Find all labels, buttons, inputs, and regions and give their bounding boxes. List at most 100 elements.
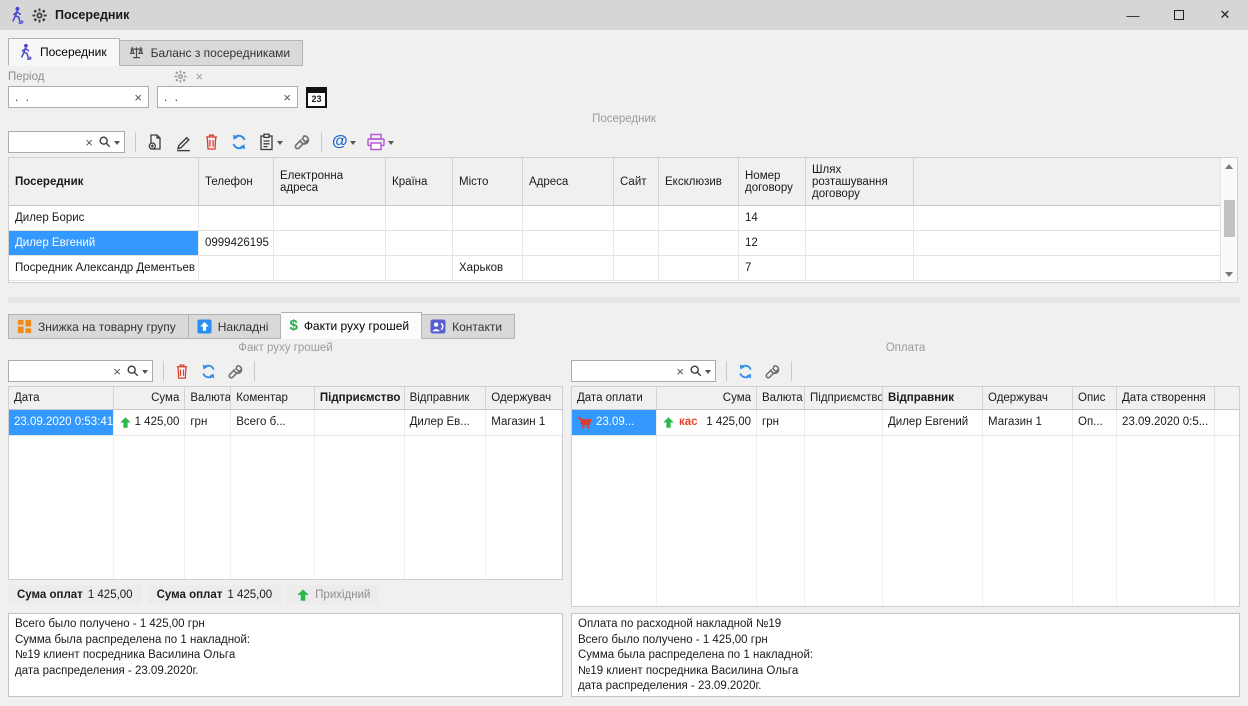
tab-invoices[interactable]: Накладні <box>189 314 282 339</box>
search-input[interactable] <box>15 364 108 378</box>
search-clear-icon[interactable]: × <box>676 364 684 379</box>
scroll-down-icon[interactable] <box>1221 266 1238 282</box>
search-input[interactable] <box>15 135 80 149</box>
date-from-field[interactable]: . . × <box>8 86 149 108</box>
period-inputs: . . × . . × 23 <box>0 84 1248 112</box>
tab-poserednyk[interactable]: Посередник <box>8 38 120 66</box>
search-clear-icon[interactable]: × <box>113 364 121 379</box>
date-from-clear-icon[interactable]: × <box>134 90 142 105</box>
maximize-button[interactable] <box>1156 0 1202 30</box>
period-close-icon[interactable]: × <box>195 69 203 84</box>
table-row[interactable]: Дилер Борис 14 <box>9 206 1237 231</box>
column-header[interactable]: Ексклюзив <box>659 158 739 205</box>
tab-discount-group[interactable]: Знижка на товарну групу <box>8 314 189 339</box>
money-search-box[interactable]: × <box>8 360 153 382</box>
scroll-up-icon[interactable] <box>1221 158 1238 174</box>
main-search-box[interactable]: × <box>8 131 125 153</box>
column-header[interactable]: Одержувач <box>486 387 562 409</box>
search-clear-icon[interactable]: × <box>85 135 93 150</box>
refresh-button[interactable] <box>200 363 217 380</box>
column-header[interactable]: Шлях розташування договору <box>806 158 914 205</box>
top-tab-strip: Посередник Баланс з посередниками <box>0 36 1248 66</box>
date-to-clear-icon[interactable]: × <box>283 90 291 105</box>
column-header[interactable]: Сума <box>114 387 186 409</box>
report-button[interactable] <box>258 133 283 151</box>
money-toolbar: × <box>8 356 563 386</box>
money-panel-caption: Факт руху грошей <box>8 341 563 356</box>
table-row-selected[interactable]: Дилер Евгений 0999426195 12 <box>9 231 1237 256</box>
payments-search-box[interactable]: × <box>571 360 716 382</box>
income-arrow-icon <box>119 416 132 429</box>
tab-label: Баланс з посередниками <box>151 46 290 60</box>
email-button[interactable]: @ <box>332 134 356 150</box>
column-header[interactable]: Дата <box>9 387 114 409</box>
money-summary-bar: Сума оплат 1 425,00 Сума оплат 1 425,00 … <box>8 585 563 605</box>
column-header[interactable]: Місто <box>453 158 523 205</box>
column-header[interactable]: Електронна адреса <box>274 158 386 205</box>
table-row-selected[interactable]: 23.09... кас 1 425,00 грн Дилер Евгений … <box>572 410 1239 436</box>
column-header[interactable]: Дата оплати <box>572 387 657 409</box>
tools-button[interactable] <box>764 363 781 380</box>
tab-contacts[interactable]: Контакти <box>422 314 515 339</box>
column-header[interactable]: Сума <box>657 387 757 409</box>
tools-button[interactable] <box>293 133 311 151</box>
search-input[interactable] <box>578 364 671 378</box>
sum-chip: Сума оплат 1 425,00 <box>148 585 282 605</box>
column-header[interactable]: Посередник <box>9 158 199 205</box>
add-record-button[interactable] <box>146 133 164 151</box>
edit-button[interactable] <box>174 133 193 152</box>
money-note: Всего было получено - 1 425,00 грн Сумма… <box>8 613 563 697</box>
column-header[interactable]: Валюта <box>757 387 805 409</box>
person-walking-icon <box>17 43 34 60</box>
delete-button[interactable] <box>174 363 190 380</box>
search-icon[interactable] <box>689 364 711 378</box>
intermediaries-table: Посередник Телефон Електронна адреса Кра… <box>8 157 1238 283</box>
income-arrow-icon <box>662 416 675 429</box>
calendar-icon[interactable]: 23 <box>306 87 327 108</box>
date-to-field[interactable]: . . × <box>157 86 298 108</box>
tab-money-facts[interactable]: $ Факти руху грошей <box>281 312 422 339</box>
horizontal-splitter[interactable] <box>8 297 1240 303</box>
table-row[interactable]: Посредник Александр Дементьев Харьков 7 <box>9 256 1237 281</box>
column-header[interactable]: Підприємство <box>315 387 405 409</box>
tools-button[interactable] <box>227 363 244 380</box>
period-header: Період × <box>0 66 1248 84</box>
table-row-selected[interactable]: 23.09.2020 0:53:41 1 425,00 грн Всего б.… <box>9 410 562 436</box>
empty-rows-area <box>8 436 563 580</box>
column-header[interactable]: Валюта <box>185 387 231 409</box>
search-icon[interactable] <box>126 364 148 378</box>
refresh-button[interactable] <box>737 363 754 380</box>
column-header[interactable]: Телефон <box>199 158 274 205</box>
column-header[interactable]: Відправник <box>405 387 487 409</box>
at-icon: @ <box>332 134 348 150</box>
column-header[interactable]: Коментар <box>231 387 315 409</box>
gear-icon <box>32 8 47 23</box>
column-header[interactable]: Країна <box>386 158 453 205</box>
print-button[interactable] <box>366 133 394 151</box>
column-header[interactable]: Підприємство <box>805 387 883 409</box>
close-button[interactable]: ✕ <box>1202 0 1248 30</box>
minimize-button[interactable]: — <box>1110 0 1156 30</box>
tab-label: Накладні <box>218 320 269 334</box>
main-toolbar: × <box>0 127 1248 157</box>
grid-icon <box>17 319 32 334</box>
delete-button[interactable] <box>203 133 220 151</box>
refresh-button[interactable] <box>230 133 248 151</box>
column-header[interactable]: Номер договору <box>739 158 806 205</box>
vertical-scrollbar[interactable] <box>1220 158 1237 282</box>
date-from-value: . . <box>15 90 134 104</box>
column-header[interactable]: Одержувач <box>983 387 1073 409</box>
period-gear-icon[interactable] <box>174 70 187 83</box>
column-header[interactable]: Адреса <box>523 158 614 205</box>
scrollbar-thumb[interactable] <box>1224 200 1235 237</box>
search-icon[interactable] <box>98 135 120 149</box>
payments-table: Дата оплати Сума Валюта Підприємство Від… <box>571 386 1240 436</box>
column-header[interactable]: Опис <box>1073 387 1117 409</box>
column-header[interactable]: Відправник <box>883 387 983 409</box>
column-header[interactable]: Дата створення <box>1117 387 1215 409</box>
payment-note: Оплата по расходной накладной №19 Всего … <box>571 613 1240 697</box>
column-header[interactable]: Сайт <box>614 158 659 205</box>
tab-balans[interactable]: Баланс з посередниками <box>120 40 303 66</box>
sum-chip: Сума оплат 1 425,00 <box>8 585 142 605</box>
vertical-splitter[interactable] <box>563 341 571 697</box>
